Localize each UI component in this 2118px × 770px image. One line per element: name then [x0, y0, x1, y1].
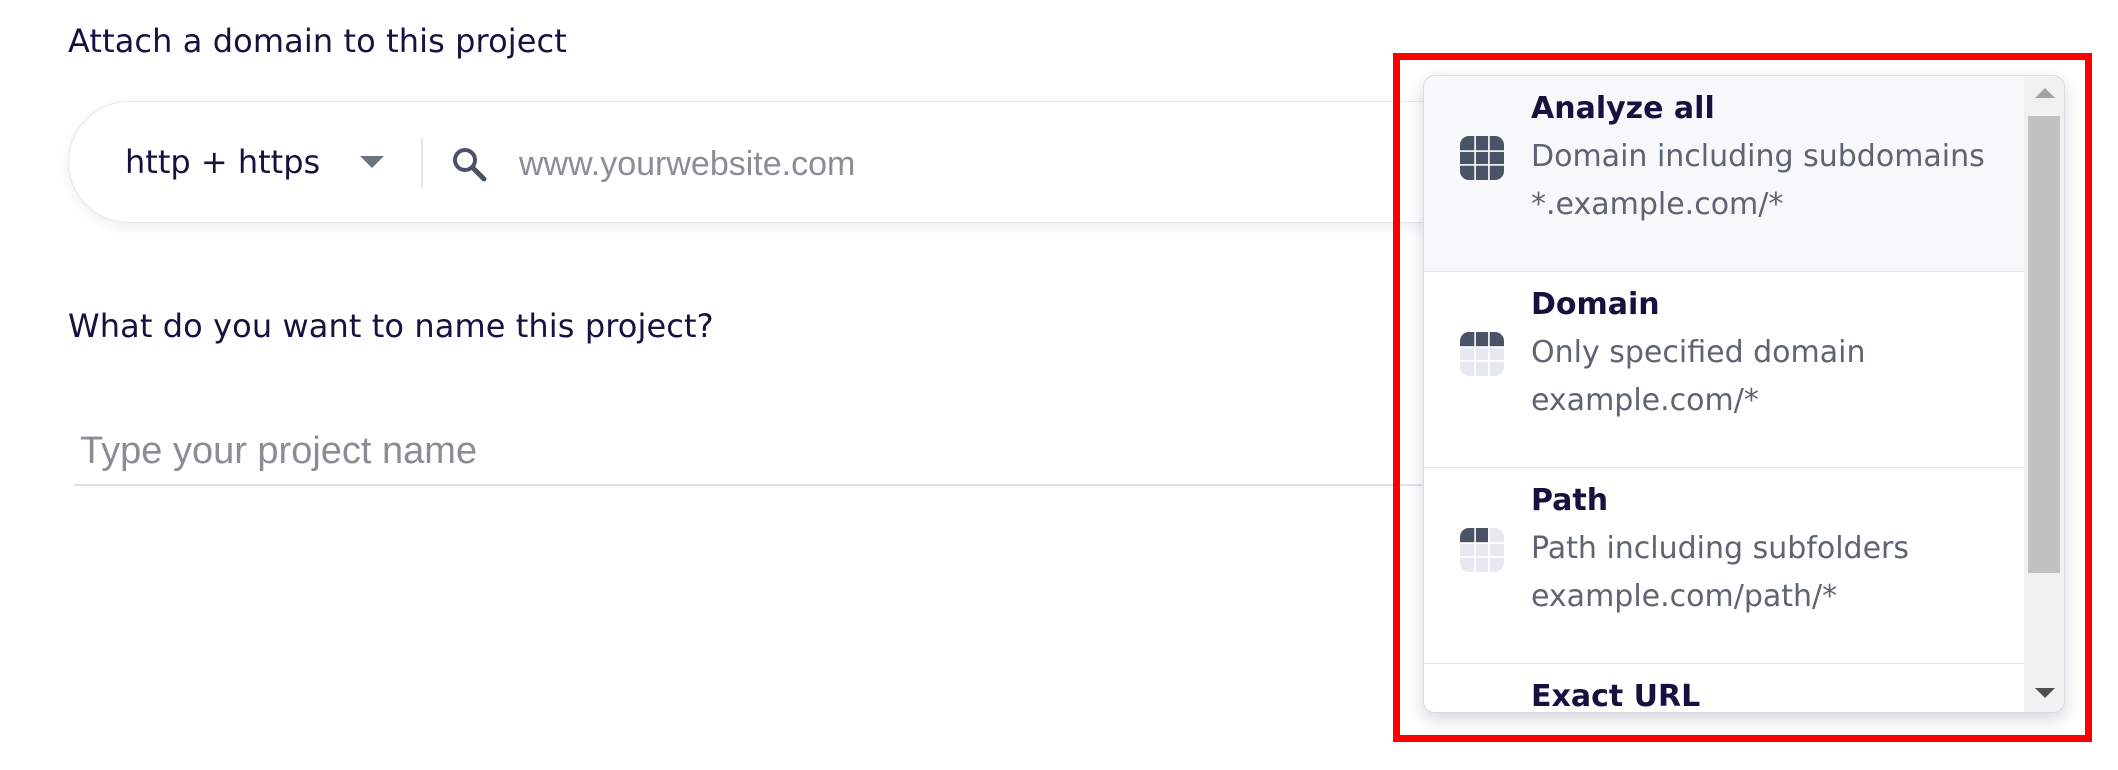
scope-option-analyze-all[interactable]: Analyze all Domain including subdomains …: [1424, 76, 2024, 272]
grid-path-icon: [1460, 528, 1504, 572]
option-description: Domain including subdomains: [1531, 139, 1985, 174]
domain-input-bar: http + https: [68, 101, 1528, 223]
scroll-up-arrow-icon[interactable]: [2035, 88, 2055, 98]
protocol-select[interactable]: http + https: [125, 102, 385, 222]
option-example: example.com/path/*: [1531, 579, 1838, 614]
option-title: Exact URL: [1531, 679, 1701, 713]
scroll-down-arrow-icon[interactable]: [2035, 688, 2055, 698]
scope-option-path[interactable]: Path Path including subfolders example.c…: [1424, 468, 2024, 664]
search-icon: [453, 148, 487, 182]
project-name-input[interactable]: [78, 420, 1462, 482]
option-description: Only specified domain: [1531, 335, 1866, 370]
option-title: Analyze all: [1531, 91, 1715, 126]
scope-option-domain[interactable]: Domain Only specified domain example.com…: [1424, 272, 2024, 468]
scrollbar-thumb[interactable]: [2028, 116, 2060, 573]
caret-down-icon: [360, 156, 385, 168]
scope-dropdown-menu: Analyze all Domain including subdomains …: [1423, 75, 2065, 713]
domain-url-input[interactable]: [517, 136, 1421, 192]
protocol-selected-value: http + https: [125, 143, 321, 181]
input-underline: [74, 484, 1474, 486]
option-example: *.example.com/*: [1531, 187, 1784, 222]
divider: [421, 138, 423, 188]
grid-domain-icon: [1460, 332, 1504, 376]
grid-all-icon: [1460, 136, 1504, 180]
option-title: Path: [1531, 483, 1609, 518]
domain-section-heading: Attach a domain to this project: [68, 22, 567, 60]
scope-option-exact-url[interactable]: Exact URL: [1424, 664, 2024, 713]
project-name-heading: What do you want to name this project?: [68, 307, 714, 345]
option-example: example.com/*: [1531, 383, 1759, 418]
option-title: Domain: [1531, 287, 1660, 322]
scope-options-list: Analyze all Domain including subdomains …: [1424, 76, 2024, 713]
dropdown-scrollbar[interactable]: [2024, 76, 2064, 712]
option-description: Path including subfolders: [1531, 531, 1910, 566]
